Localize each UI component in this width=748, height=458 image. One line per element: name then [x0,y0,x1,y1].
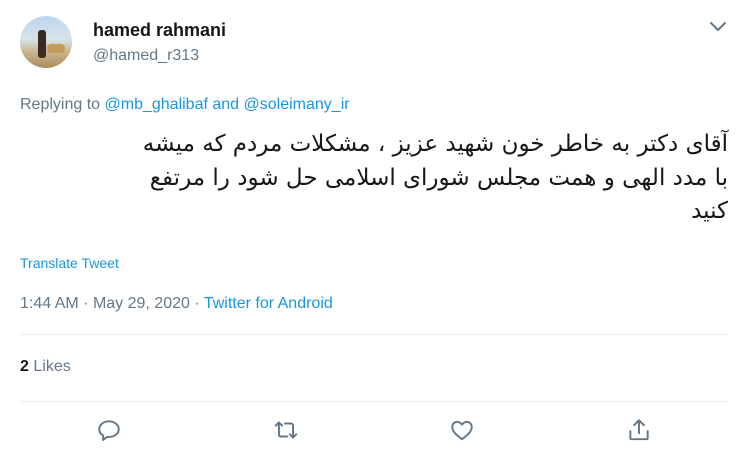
share-icon[interactable] [626,417,652,443]
likes-stat[interactable]: 2 Likes [20,358,71,376]
replying-to-label: Replying to [20,96,101,113]
author-handle[interactable]: @hamed_r313 [93,47,199,65]
divider [20,401,728,402]
divider [20,334,728,335]
meta-separator: · [194,295,200,312]
tweet-source-link[interactable]: Twitter for Android [204,295,333,312]
mention-link-soleimany[interactable]: @soleimany_ir [244,96,350,113]
reply-icon[interactable] [96,417,122,443]
meta-separator: · [83,295,89,312]
retweet-icon[interactable] [273,417,299,443]
avatar[interactable] [20,16,72,68]
tweet-line: آقای دکتر به خاطر خون شهید عزیز ، مشکلات… [142,131,728,157]
avatar-dog [47,44,65,53]
likes-count: 2 [20,358,29,375]
author-name[interactable]: hamed rahmani [93,20,226,41]
mention-link-ghalibaf[interactable]: @mb_ghalibaf [105,96,208,113]
tweet-meta: 1:44 AM · May 29, 2020 · Twitter for And… [20,295,333,313]
tweet-time[interactable]: 1:44 AM [20,295,79,312]
tweet-text: آقای دکتر به خاطر خون شهید عزیز ، مشکلات… [20,128,728,229]
translate-tweet-link[interactable]: Translate Tweet [20,255,119,271]
tweet-date[interactable]: May 29, 2020 [93,295,190,312]
tweet-line: با مدد الهی و همت مجلس شورای اسلامی حل ش… [149,164,728,191]
tweet-line: کنید [691,198,728,224]
heart-icon[interactable] [449,417,475,443]
chevron-down-icon[interactable] [707,18,729,34]
avatar-person [38,30,46,58]
replying-and-text[interactable]: and [212,96,239,113]
likes-label: Likes [33,358,71,375]
replying-to: Replying to @mb_ghalibaf and @soleimany_… [20,96,350,114]
